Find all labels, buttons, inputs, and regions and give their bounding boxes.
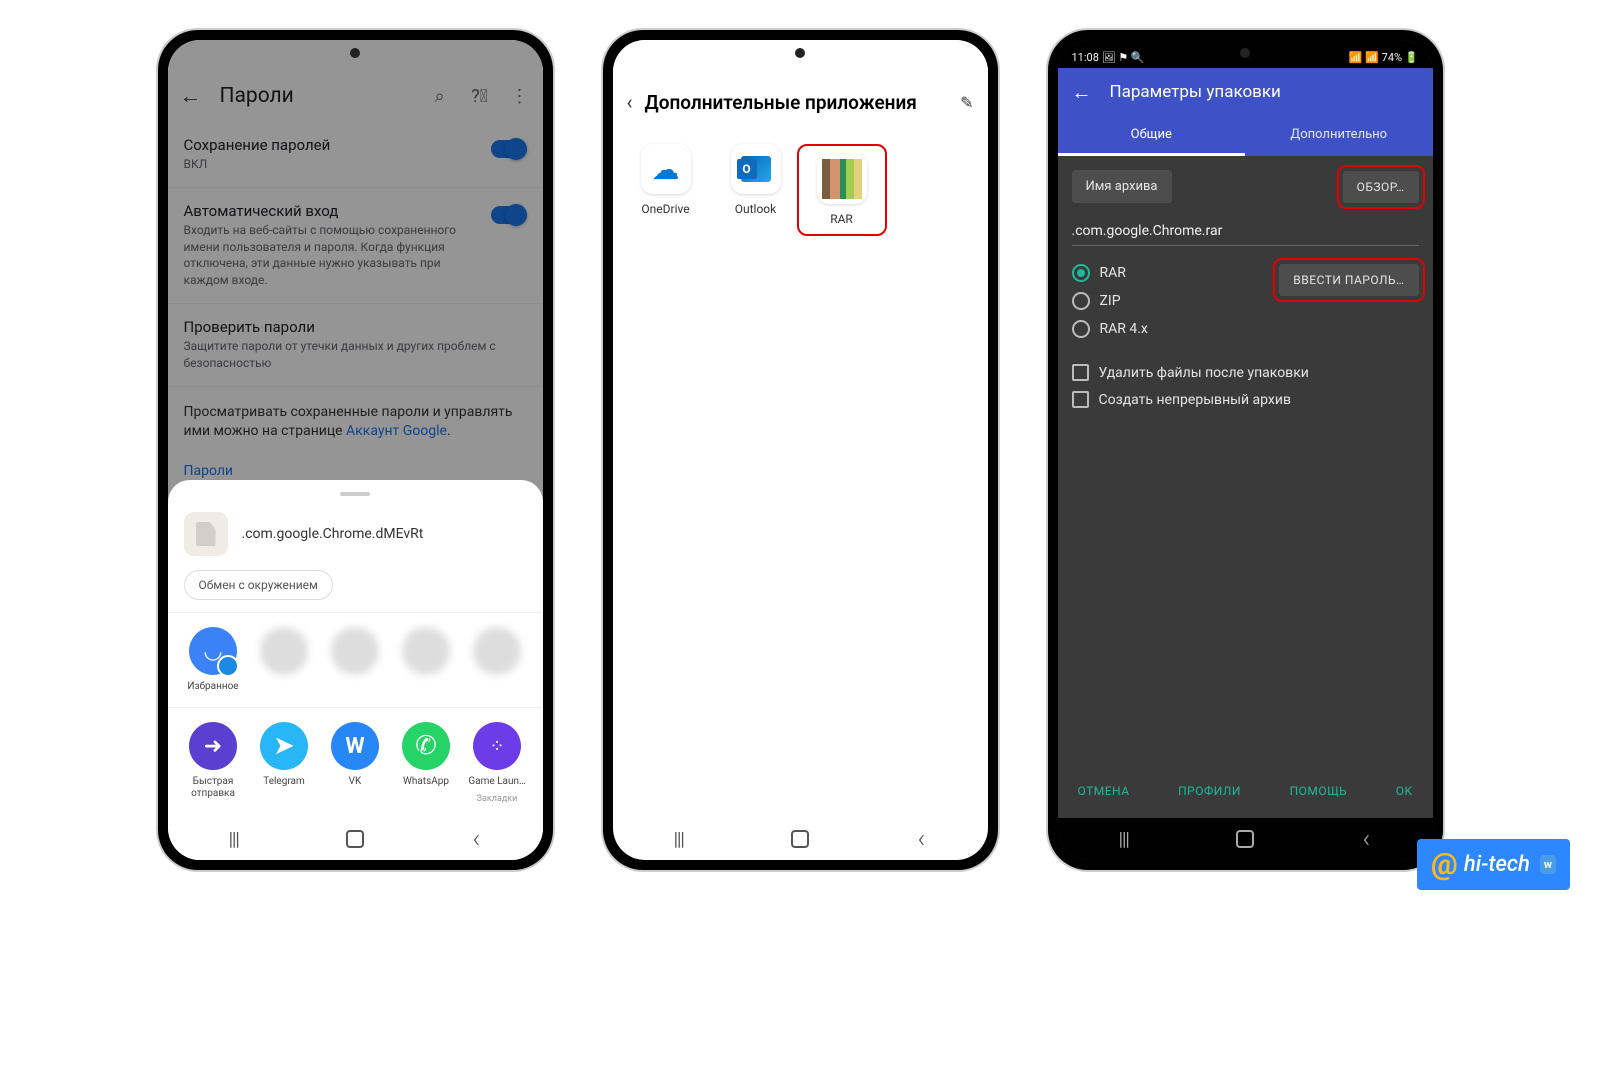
highlight-box: RAR: [797, 144, 887, 236]
cancel-button[interactable]: ОТМЕНА: [1072, 776, 1136, 806]
share-contact-bookmark[interactable]: ◡ Избранное: [178, 627, 248, 693]
nearby-share-chip[interactable]: Обмен с окружением: [184, 570, 333, 600]
archive-name-input[interactable]: .com.google.Chrome.rar: [1072, 217, 1419, 246]
share-contact-blurred[interactable]: [462, 627, 532, 693]
share-app-quickshare[interactable]: ➜Быстрая отправка: [178, 722, 248, 804]
app-bar: ← Параметры упаковки: [1058, 68, 1433, 116]
nav-back[interactable]: [1346, 824, 1386, 854]
phone-passwords: ← Пароли ⌕ ?⃝ ⋮ Сохранение паролей ВКЛ: [158, 30, 553, 870]
set-password-button[interactable]: ВВЕСТИ ПАРОЛЬ…: [1279, 264, 1418, 296]
phone-more-apps: ‹ Дополнительные приложения ✎ OneDrive O…: [603, 30, 998, 870]
app-rar[interactable]: RAR: [817, 154, 867, 226]
share-app-whatsapp[interactable]: ✆WhatsApp: [391, 722, 461, 804]
share-contact-blurred[interactable]: [391, 627, 461, 693]
radio-zip[interactable]: ZIP: [1072, 292, 1148, 310]
radio-rar4[interactable]: RAR 4.x: [1072, 320, 1148, 338]
app-onedrive[interactable]: OneDrive: [621, 144, 711, 236]
share-app-telegram[interactable]: ➤Telegram: [249, 722, 319, 804]
share-sheet: .com.google.Chrome.dMEvRt Обмен с окруже…: [168, 480, 543, 818]
outlook-icon: [731, 144, 781, 194]
nav-home[interactable]: [1236, 830, 1254, 848]
help-button[interactable]: ПОМОЩЬ: [1284, 776, 1354, 806]
contacts-row: ◡ Избранное: [168, 612, 543, 707]
check-delete-after[interactable]: Удалить файлы после упаковки: [1072, 364, 1419, 381]
share-app-vk[interactable]: WVK: [320, 722, 390, 804]
radio-rar[interactable]: RAR: [1072, 264, 1148, 282]
edit-icon[interactable]: ✎: [960, 93, 973, 112]
sheet-handle[interactable]: [340, 492, 370, 496]
rar-icon: [817, 154, 867, 204]
check-solid-archive[interactable]: Создать непрерывный архив: [1072, 391, 1419, 408]
archive-name-label: Имя архива: [1072, 170, 1172, 203]
tabs: Общие Дополнительно: [1058, 116, 1433, 156]
share-contact-blurred[interactable]: [320, 627, 390, 693]
onedrive-icon: [641, 144, 691, 194]
nav-recents[interactable]: [659, 829, 699, 850]
app-outlook[interactable]: Outlook: [711, 144, 801, 236]
share-app-gamelauncher[interactable]: ⁘Game Laun…Закладки: [462, 722, 532, 804]
file-name: .com.google.Chrome.dMEvRt: [242, 526, 424, 542]
share-contact-blurred[interactable]: [249, 627, 319, 693]
status-bar: 11:08 🖼 ⚑ 🔍 📶 📶 74% 🔋: [1058, 40, 1433, 68]
nav-recents[interactable]: [214, 829, 254, 850]
watermark: @hi-techw: [1417, 839, 1570, 890]
tab-general[interactable]: Общие: [1058, 116, 1246, 156]
nav-home[interactable]: [791, 830, 809, 848]
profiles-button[interactable]: ПРОФИЛИ: [1172, 776, 1247, 806]
tab-advanced[interactable]: Дополнительно: [1245, 116, 1433, 156]
back-icon[interactable]: ‹: [627, 90, 633, 114]
phone-rar-archive: 11:08 🖼 ⚑ 🔍 📶 📶 74% 🔋 ← Параметры упаков…: [1048, 30, 1443, 870]
nav-back[interactable]: [456, 824, 496, 854]
nav-home[interactable]: [346, 830, 364, 848]
nav-back[interactable]: [901, 824, 941, 854]
app-title: Параметры упаковки: [1110, 82, 1281, 102]
ok-button[interactable]: OK: [1390, 776, 1419, 806]
file-icon: [184, 512, 228, 556]
page-title: Дополнительные приложения: [645, 91, 949, 114]
browse-button[interactable]: ОБЗОР…: [1343, 171, 1419, 203]
back-icon[interactable]: ←: [1072, 80, 1092, 105]
apps-row: ➜Быстрая отправка ➤Telegram WVK ✆WhatsAp…: [168, 707, 543, 818]
nav-recents[interactable]: [1104, 829, 1144, 850]
